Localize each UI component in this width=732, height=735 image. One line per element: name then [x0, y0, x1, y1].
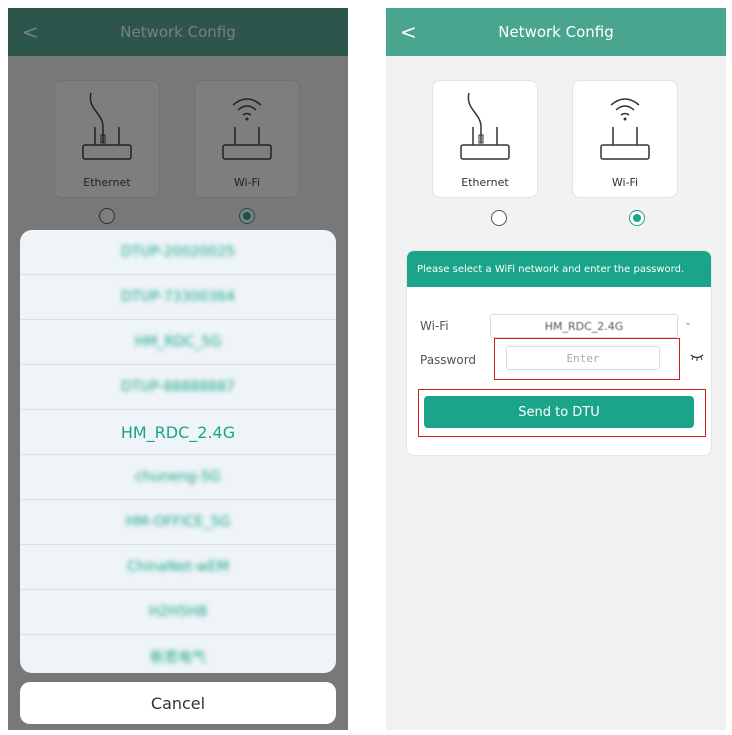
chevron-down-icon[interactable]: ⌄ — [684, 317, 692, 328]
back-icon[interactable]: < — [400, 20, 417, 44]
password-field-label: Password — [420, 353, 477, 367]
right-screen: < Network Config Ethernet Wi-Fi Please s… — [386, 8, 726, 730]
network-option[interactable]: chuneng-5G — [20, 455, 336, 500]
network-option[interactable]: DTUP-73300364 — [20, 275, 336, 320]
network-option-name: DTUP-73300364 — [120, 289, 236, 305]
network-option[interactable]: 新思电气 — [20, 635, 336, 673]
network-option[interactable]: HM-OFFICE_5G — [20, 500, 336, 545]
network-option-name: H2H5H8 — [148, 604, 208, 620]
network-option-name: HM_RDC_5G — [134, 334, 222, 350]
ethernet-card[interactable]: Ethernet — [432, 80, 538, 198]
form-instruction: Please select a WiFi network and enter t… — [407, 251, 711, 287]
network-option[interactable]: HM_RDC_5G — [20, 320, 336, 365]
network-option-name: DTUP-20020025 — [120, 244, 236, 260]
network-option-selected[interactable]: HM_RDC_2.4G — [20, 410, 336, 455]
network-option-name: HM-OFFICE_5G — [125, 514, 231, 530]
network-option[interactable]: H2H5H8 — [20, 590, 336, 635]
network-option-name: HM_RDC_2.4G — [120, 422, 236, 442]
wifi-card[interactable]: Wi-Fi — [572, 80, 678, 198]
router-icon — [460, 92, 510, 160]
wifi-select-value: HM_RDC_2.4G — [544, 319, 624, 333]
cancel-button[interactable]: Cancel — [20, 682, 336, 724]
wifi-select[interactable]: HM_RDC_2.4G — [490, 314, 678, 338]
wifi-network-picker: DTUP-20020025 DTUP-73300364 HM_RDC_5G DT… — [20, 230, 336, 673]
highlight-password-box — [494, 338, 680, 380]
left-screen: < Network Config Ethernet Wi-Fi DTUP-200… — [8, 8, 348, 730]
ethernet-radio[interactable] — [491, 210, 507, 226]
wifi-radio[interactable] — [629, 210, 645, 226]
network-option-name: DTUP-88888887 — [120, 379, 236, 395]
header-bar: < Network Config — [386, 8, 726, 56]
network-option[interactable]: ChinaNet-wEM — [20, 545, 336, 590]
ethernet-label: Ethernet — [461, 176, 509, 189]
eye-closed-icon[interactable] — [690, 352, 704, 362]
wifi-router-icon — [600, 98, 650, 160]
wifi-field-label: Wi-Fi — [420, 319, 449, 333]
network-option-name: ChinaNet-wEM — [127, 559, 229, 575]
network-option-name: chuneng-5G — [135, 469, 221, 485]
network-option[interactable]: DTUP-88888887 — [20, 365, 336, 410]
network-option-name: 新思电气 — [150, 650, 206, 666]
page-title: Network Config — [498, 23, 614, 41]
network-option[interactable]: DTUP-20020025 — [20, 230, 336, 275]
highlight-send-box — [418, 389, 706, 437]
wifi-label: Wi-Fi — [611, 176, 639, 189]
